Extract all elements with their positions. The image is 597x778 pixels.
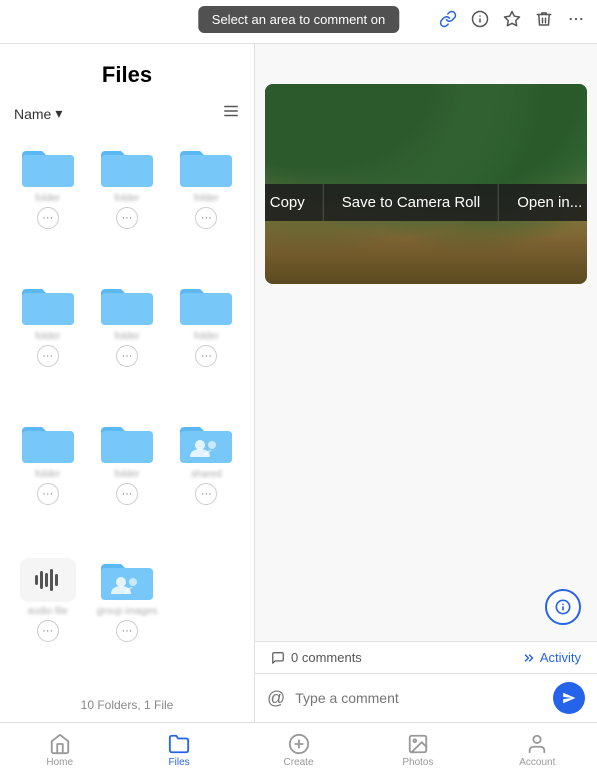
file-more-button[interactable]: ··· — [37, 483, 59, 505]
info-button[interactable] — [545, 589, 581, 625]
file-more-button[interactable]: ··· — [195, 483, 217, 505]
photos-icon — [407, 733, 429, 755]
folder-icon — [20, 283, 76, 327]
shared-folder-icon — [178, 421, 234, 465]
list-item[interactable]: group images ··· — [87, 550, 166, 688]
file-name: shared — [191, 469, 222, 480]
context-menu: Copy Save to Camera Roll Open in... — [265, 184, 587, 221]
files-icon — [168, 733, 190, 755]
activity-label-text: Activity — [540, 650, 581, 665]
file-name: folder — [35, 193, 60, 204]
file-name: folder — [35, 331, 60, 342]
file-name: folder — [114, 331, 139, 342]
tooltip-banner: Select an area to comment on — [198, 6, 399, 33]
files-panel: Files Name ▾ fold — [0, 44, 255, 722]
nav-item-create[interactable]: Create — [239, 723, 358, 778]
list-item[interactable]: folder ··· — [167, 137, 246, 275]
file-name: group images — [97, 606, 158, 617]
list-item[interactable]: folder ··· — [87, 275, 166, 413]
folder-icon — [99, 283, 155, 327]
top-bar-actions — [439, 10, 585, 33]
file-name: folder — [114, 193, 139, 204]
top-bar: Select an area to comment on — [0, 0, 597, 44]
more-icon[interactable] — [567, 10, 585, 33]
folder-icon — [99, 145, 155, 189]
file-more-button[interactable]: ··· — [37, 345, 59, 367]
nav-item-account[interactable]: Account — [478, 723, 597, 778]
trash-icon[interactable] — [535, 10, 553, 33]
send-icon — [562, 691, 576, 705]
list-item[interactable]: folder ··· — [8, 137, 87, 275]
info-icon[interactable] — [471, 10, 489, 33]
folder-icon — [20, 145, 76, 189]
open-in-button[interactable]: Open in... — [498, 184, 587, 221]
create-icon — [288, 733, 310, 755]
audio-file-icon — [20, 558, 76, 602]
main-layout: Files Name ▾ fold — [0, 44, 597, 722]
file-name: folder — [194, 331, 219, 342]
comments-count[interactable]: 0 comments — [271, 650, 362, 665]
file-more-button[interactable]: ··· — [116, 345, 138, 367]
files-summary: 10 Folders, 1 File — [0, 692, 254, 722]
copy-button[interactable]: Copy — [265, 184, 323, 221]
folder-icon — [178, 283, 234, 327]
file-more-button[interactable]: ··· — [37, 620, 59, 642]
name-sort-label: Name — [14, 106, 51, 122]
file-name: folder — [35, 469, 60, 480]
list-item[interactable]: folder ··· — [8, 275, 87, 413]
list-item[interactable]: folder ··· — [87, 137, 166, 275]
file-name: folder — [194, 193, 219, 204]
files-nav-label: Files — [169, 757, 190, 768]
account-nav-label: Account — [519, 757, 555, 768]
account-icon — [526, 733, 548, 755]
files-header: Name ▾ — [0, 98, 254, 133]
link-icon[interactable] — [439, 10, 457, 33]
send-button[interactable] — [553, 682, 585, 714]
file-more-button[interactable]: ··· — [195, 345, 217, 367]
at-icon[interactable]: @ — [267, 688, 285, 709]
name-sort-button[interactable]: Name ▾ — [14, 105, 62, 122]
sort-chevron-icon: ▾ — [55, 105, 62, 122]
nav-item-photos[interactable]: Photos — [358, 723, 477, 778]
shared-folder-icon — [99, 558, 155, 602]
activity-icon — [522, 651, 536, 665]
save-to-camera-roll-button[interactable]: Save to Camera Roll — [323, 184, 498, 221]
comment-input[interactable] — [295, 690, 543, 706]
create-nav-label: Create — [284, 757, 314, 768]
nav-item-files[interactable]: Files — [119, 723, 238, 778]
list-item[interactable]: folder ··· — [167, 275, 246, 413]
folder-icon — [178, 145, 234, 189]
files-title: Files — [0, 44, 254, 98]
file-more-button[interactable]: ··· — [116, 483, 138, 505]
star-icon[interactable] — [503, 10, 521, 33]
files-grid: folder ··· folder ··· — [0, 133, 254, 692]
list-item[interactable]: folder ··· — [87, 413, 166, 551]
folder-icon — [99, 421, 155, 465]
list-item[interactable]: audio file ··· — [8, 550, 87, 688]
nav-item-home[interactable]: Home — [0, 723, 119, 778]
bottom-nav: Home Files Create Photos Account — [0, 722, 597, 778]
file-name: folder — [114, 469, 139, 480]
home-icon — [49, 733, 71, 755]
list-item[interactable]: folder ··· — [8, 413, 87, 551]
file-more-button[interactable]: ··· — [116, 207, 138, 229]
right-panel: Copy Save to Camera Roll Open in... — [255, 44, 597, 722]
file-more-button[interactable]: ··· — [195, 207, 217, 229]
comment-icon — [271, 651, 285, 665]
photo-preview-area: Copy Save to Camera Roll Open in... — [255, 44, 597, 641]
file-more-button[interactable]: ··· — [116, 620, 138, 642]
file-more-button[interactable]: ··· — [37, 207, 59, 229]
list-view-icon[interactable] — [222, 102, 240, 125]
comment-input-bar: @ — [255, 673, 597, 722]
comments-label: 0 comments — [291, 650, 362, 665]
photo-preview[interactable]: Copy Save to Camera Roll Open in... — [265, 84, 587, 284]
comment-bar: 0 comments Activity — [255, 641, 597, 673]
file-name: audio file — [28, 606, 68, 617]
home-nav-label: Home — [46, 757, 73, 768]
activity-button[interactable]: Activity — [522, 650, 581, 665]
folder-icon — [20, 421, 76, 465]
photos-nav-label: Photos — [402, 757, 433, 768]
list-item[interactable]: shared ··· — [167, 413, 246, 551]
